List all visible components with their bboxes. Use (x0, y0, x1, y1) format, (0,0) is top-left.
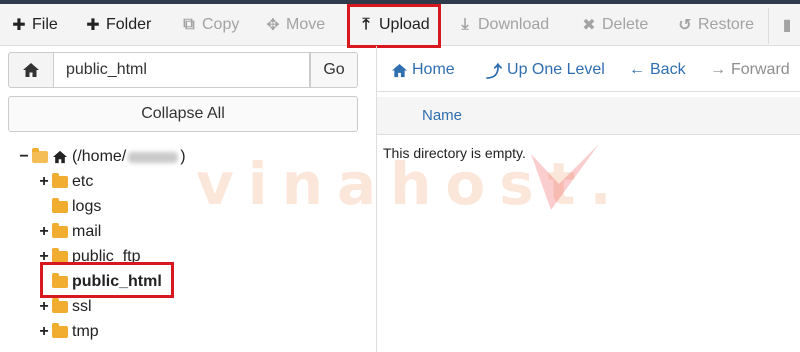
restore-button[interactable]: ↺ Restore (676, 11, 754, 39)
folder-icon (52, 198, 68, 213)
copy-icon: ⧉ (183, 16, 195, 33)
home-icon (392, 63, 407, 77)
redacted-username (128, 151, 179, 163)
folder-icon (52, 173, 68, 188)
copy-button[interactable]: ⧉ Copy (180, 11, 239, 39)
level-up-icon: ⤴ (486, 64, 503, 81)
move-button[interactable]: ✥ Move (264, 11, 325, 39)
delete-button[interactable]: ✖ Delete (580, 11, 648, 39)
collapse-all-button[interactable]: Collapse All (8, 96, 358, 132)
collapse-toggle-icon[interactable]: − (18, 148, 30, 166)
open-folder-icon (32, 148, 48, 163)
restore-icon: ↺ (678, 17, 692, 34)
expand-toggle-icon[interactable]: + (38, 223, 50, 241)
go-button[interactable]: Go (310, 52, 358, 88)
path-input[interactable] (54, 52, 310, 88)
download-button[interactable]: ⤓ Download (456, 11, 549, 39)
folder-icon (52, 223, 68, 238)
download-icon: ⤓ (461, 16, 469, 33)
folder-icon (52, 298, 68, 313)
up-one-level-button[interactable]: ⤴ Up One Level (486, 60, 605, 81)
plus-icon: ✚ (12, 17, 26, 34)
tree-item-ssl[interactable]: + ssl (38, 296, 92, 318)
tree-item-mail[interactable]: + mail (38, 221, 101, 243)
navigation-bar: Home ⤴ Up One Level ← Back → Forward (377, 46, 800, 92)
plus-icon: ✚ (86, 17, 100, 34)
public-html-highlight-box (40, 262, 174, 298)
file-list-header: Name (377, 97, 800, 135)
nav-home-button[interactable]: Home (391, 60, 455, 80)
home-icon (53, 150, 67, 164)
expand-toggle-icon[interactable]: + (38, 298, 50, 316)
forward-button[interactable]: → Forward (710, 60, 790, 80)
back-button[interactable]: ← Back (629, 60, 686, 80)
tree-item-etc[interactable]: + etc (38, 171, 93, 193)
arrow-left-icon: ← (629, 61, 645, 78)
path-home-button[interactable] (8, 52, 54, 88)
tree-item-logs[interactable]: logs (52, 196, 101, 218)
new-folder-button[interactable]: ✚ Folder (84, 11, 151, 39)
tree-root-node[interactable]: − (/home/) (18, 146, 186, 168)
watermark-check-logo (531, 144, 599, 210)
new-file-button[interactable]: ✚ File (10, 11, 57, 39)
move-arrows-icon: ✥ (266, 17, 280, 34)
toolbar-separator (768, 8, 769, 44)
home-icon (23, 63, 39, 77)
column-name-header[interactable]: Name (422, 107, 462, 124)
arrow-right-icon: → (710, 61, 726, 78)
folder-icon (52, 323, 68, 338)
document-icon: ▮ (782, 17, 792, 34)
expand-toggle-icon[interactable]: + (38, 323, 50, 341)
expand-toggle-icon[interactable]: + (38, 173, 50, 191)
more-button[interactable]: ▮ (778, 11, 800, 39)
upload-highlight-box (347, 4, 441, 48)
close-icon: ✖ (582, 17, 596, 34)
path-bar: Go (8, 52, 358, 88)
tree-item-tmp[interactable]: + tmp (38, 321, 99, 343)
